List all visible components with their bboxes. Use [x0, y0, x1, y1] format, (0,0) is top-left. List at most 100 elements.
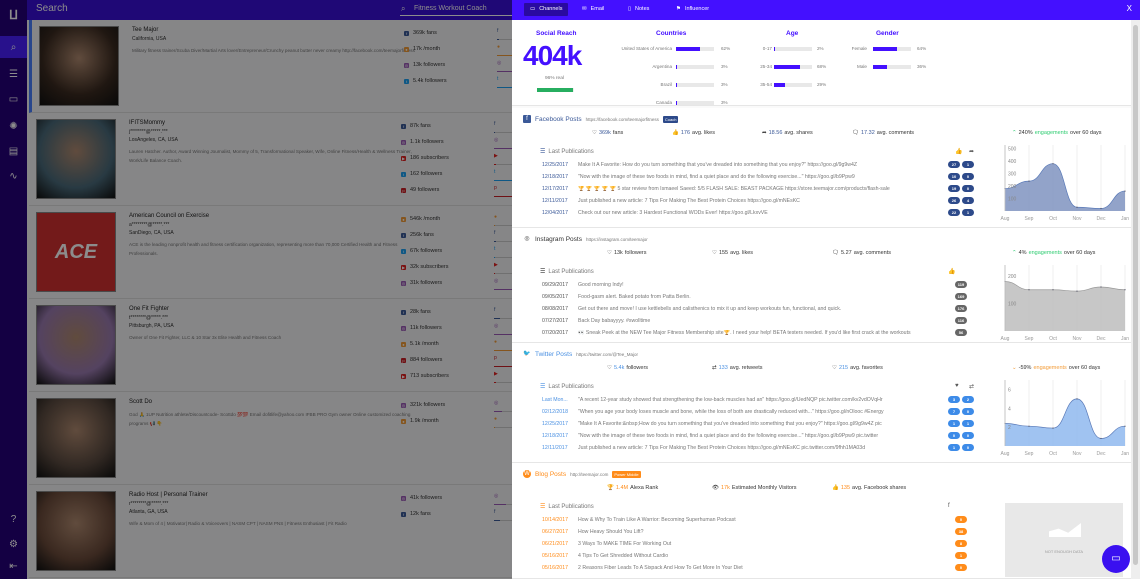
instagram-stat-value: 5.27 [840, 250, 852, 256]
twitter-engagement-chart: Aug Sep Oct Nov Dec Jan 2 4 6 [1001, 380, 1129, 457]
data-point [1124, 289, 1126, 291]
gender-pct: 36% [917, 64, 927, 69]
facebook-icon: f [523, 115, 531, 123]
gender-label: Female [851, 46, 867, 51]
post-text: Just published a new article: 7 Tips For… [578, 198, 800, 204]
blog-title[interactable]: Blog Posts [535, 471, 566, 478]
instagram-post[interactable]: 07/20/2017 👀 Sneak Peek at the NEW Tee Ma… [542, 330, 962, 336]
blog-url[interactable]: http://teemajor.com [570, 472, 608, 477]
post-count-badge: 1 [962, 161, 974, 168]
data-point [1076, 290, 1078, 292]
post-text: Good morning Indy! [578, 282, 624, 288]
twitter-column-icon: ⇄ [969, 384, 975, 390]
instagram-column-icon: 👍 [948, 269, 956, 275]
twitter-stat-value: 133 [718, 365, 728, 371]
modal-backdrop[interactable] [0, 0, 512, 579]
scrollbar[interactable] [1131, 20, 1140, 579]
blog-post[interactable]: 05/16/2017 4 Tips To Get Shredded Without… [542, 553, 962, 559]
twitter-stat: ♡ 5.4k followers [607, 365, 648, 371]
countries-pct: 3% [721, 100, 728, 105]
blog-stat: 👁 17k Estimated Monthly Visitors [712, 485, 797, 491]
facebook-post[interactable]: 12/04/2017 Check out our new article: 3 H… [542, 210, 962, 216]
post-count-badge: 7 [948, 408, 960, 415]
post-count-badge: 169 [955, 293, 967, 300]
countries-bar-fill [676, 83, 678, 87]
blog-post[interactable]: 06/27/2017 How Heavy Should You Lift? [542, 529, 962, 535]
blog-stat-label: Alexa Rank [630, 485, 659, 491]
instagram-stat-label: avg. comments [853, 250, 891, 256]
x-tick-label: Aug [1001, 336, 1010, 342]
twitter-post[interactable]: 12/25/2017 "Make It A Favorite:&nbsp;How … [542, 421, 962, 427]
age-label: 35-54 [760, 82, 772, 87]
facebook-post[interactable]: 12/17/2017 🏆 🏆 🏆 🏆 🏆 5 star review from I… [542, 186, 962, 192]
age-title: Age [786, 30, 799, 37]
age-pct: 68% [817, 64, 827, 69]
data-point [1100, 286, 1102, 288]
blog-stat-icon: 👍 [832, 485, 839, 491]
age-pct: 2% [817, 46, 824, 51]
age-bar [774, 65, 812, 69]
post-count-badge: 0 [962, 173, 974, 180]
facebook-post[interactable]: 12/18/2017 "Now with the image of these t… [542, 174, 962, 180]
instagram-post[interactable]: 09/29/2017 Good morning Indy! [542, 282, 962, 288]
gender-bar [873, 47, 911, 51]
twitter-post[interactable]: 12/18/2017 "Now with the image of these t… [542, 433, 962, 439]
instagram-post[interactable]: 09/05/2017 Food-gasm alert. Baked potato … [542, 294, 962, 300]
tab-influencer[interactable]: ⚑ Influencer [670, 3, 715, 16]
post-count-badge: 176 [955, 305, 967, 312]
instagram-icon: ◎ [524, 236, 530, 242]
twitter-icon: 🐦 [523, 351, 531, 357]
data-point [1076, 398, 1078, 400]
tab-label: Channels [539, 6, 563, 12]
post-date: 12/17/2017 [542, 186, 568, 192]
tab-channels[interactable]: ▭ Channels [524, 3, 569, 16]
close-button[interactable]: X [1127, 4, 1132, 13]
blog-post[interactable]: 06/21/2017 3 Ways To MAKE TIME For Workin… [542, 541, 962, 547]
twitter-post[interactable]: Last Mon... "A recent 12-year study showe… [542, 397, 962, 403]
twitter-post[interactable]: 02/12/2018 "When you age your body loses … [542, 409, 962, 415]
instagram-title[interactable]: Instagram Posts [535, 236, 582, 243]
blog-post[interactable]: 10/14/2017 How & Why To Train Like A Warr… [542, 517, 962, 523]
x-tick-label: Nov [1073, 451, 1082, 457]
x-tick-label: Nov [1073, 216, 1082, 222]
twitter-url[interactable]: https://twitter.com/@Tee_Major [576, 352, 638, 357]
data-point [1052, 289, 1054, 291]
chat-icon: ▭ [1111, 553, 1121, 564]
post-date: 12/18/2017 [542, 433, 568, 439]
facebook-stat-label: fans [612, 130, 624, 136]
list-icon: ☰ [540, 504, 546, 510]
real-bar [537, 88, 574, 92]
data-point [1124, 425, 1126, 427]
twitter-post[interactable]: 12/11/2017 Just published a new article: … [542, 445, 962, 451]
instagram-post[interactable]: 07/27/2017 Back Day babayyyy. #swolltime [542, 318, 962, 324]
countries-pct: 3% [721, 82, 728, 87]
scrollbar-thumb[interactable] [1133, 25, 1138, 565]
data-point [1076, 206, 1078, 208]
post-text: "Make It A Favorite:&nbsp;How do you tur… [578, 421, 882, 427]
post-count-badge: 0 [955, 564, 967, 571]
data-point [1100, 207, 1102, 210]
countries-pct: 62% [721, 46, 731, 51]
engagement-word: engagements [1034, 130, 1069, 136]
facebook-url[interactable]: https://facebook.com/teemajorfitness [586, 117, 659, 122]
countries-pct: 3% [721, 64, 728, 69]
list-icon: ☰ [540, 269, 546, 275]
tab-notes[interactable]: ▯ Notes [622, 3, 655, 16]
tab-email[interactable]: ✉ Email [576, 3, 610, 16]
blog-post[interactable]: 05/16/2017 2 Reasons Fiber Leads To A Six… [542, 565, 962, 571]
instagram-post[interactable]: 08/08/2017 Get out there and move! I use … [542, 306, 962, 312]
facebook-section: f Facebook Posts https://facebook.com/teem… [512, 108, 1131, 228]
instagram-stat-value: 13k [613, 250, 623, 256]
real-percentage: 96% real [545, 76, 564, 81]
blog-section-header: W Blog Posts http://teemajor.com Power Midd… [523, 470, 641, 478]
countries-bar-fill [676, 101, 678, 105]
twitter-title[interactable]: Twitter Posts [535, 351, 572, 358]
data-point [1028, 289, 1030, 291]
facebook-post[interactable]: 12/11/2017 Just published a new article: … [542, 198, 962, 204]
instagram-stat-value: 155 [718, 250, 729, 256]
facebook-title[interactable]: Facebook Posts [535, 116, 582, 123]
instagram-url[interactable]: https://instagram.com/teemajor [586, 237, 648, 242]
facebook-post[interactable]: 12/25/2017 Make It A Favorite: How do you… [542, 162, 962, 168]
chat-launcher-button[interactable]: ▭ [1102, 545, 1130, 573]
countries-label: Argentina [652, 64, 672, 69]
